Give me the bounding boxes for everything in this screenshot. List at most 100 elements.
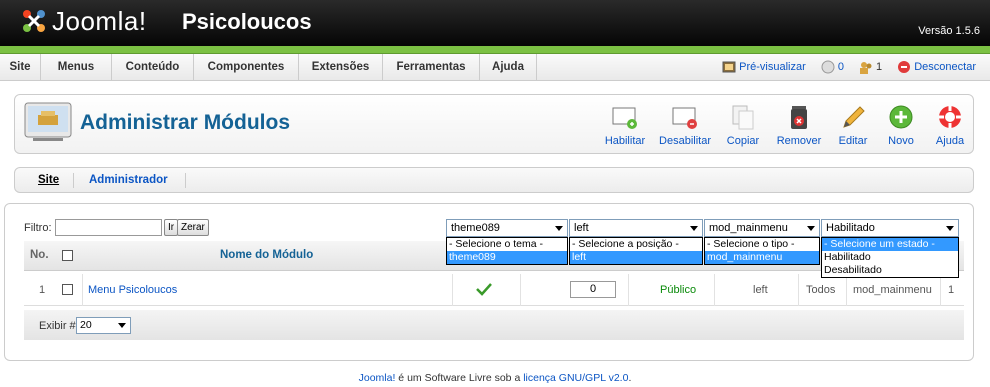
state-option[interactable]: Desabilitado: [822, 264, 958, 277]
state-option-selected[interactable]: - Selecione um estado -: [822, 238, 958, 251]
add-icon: [889, 105, 913, 129]
chevron-down-icon: [555, 226, 563, 231]
row-divider: [846, 274, 847, 306]
row-divider: [940, 274, 941, 306]
messages-indicator[interactable]: 0: [821, 54, 844, 81]
access-level[interactable]: Público: [660, 284, 696, 296]
site-name: Psicoloucos: [182, 9, 312, 34]
submenu-divider: [185, 173, 186, 188]
toolbar-panel: Administrar Módulos Habilitar Desabilita…: [14, 94, 974, 154]
type-select-value: mod_mainmenu: [709, 222, 788, 234]
row-divider: [628, 274, 629, 306]
display-limit-select[interactable]: 20: [76, 317, 131, 334]
copy-button[interactable]: Copiar: [713, 103, 773, 149]
preview-label[interactable]: Pré-visualizar: [739, 61, 806, 73]
filter-input[interactable]: [55, 219, 162, 236]
state-select-value: Habilitado: [826, 222, 875, 234]
menu-item-help[interactable]: Ajuda: [480, 54, 537, 81]
column-number: No.: [30, 249, 49, 261]
disable-button[interactable]: Desabilitar: [655, 103, 715, 149]
license-link[interactable]: licença GNU/GPL v2.0: [523, 372, 628, 384]
row-divider: [520, 274, 521, 306]
template-option[interactable]: - Selecione o tema -: [447, 238, 567, 251]
filter-label: Filtro:: [24, 222, 52, 234]
mail-icon: [821, 60, 835, 74]
version-label: Versão 1.5.6: [918, 25, 980, 37]
header: Joomla! Psicoloucos Versão 1.5.6: [0, 0, 990, 46]
page-title: Administrar Módulos: [80, 111, 291, 134]
users-count: 1: [876, 61, 883, 73]
order-input[interactable]: 0: [570, 281, 616, 298]
remove-label: Remover: [776, 135, 822, 147]
joomla-link[interactable]: Joomla!: [359, 372, 396, 384]
template-select-value: theme089: [451, 222, 500, 234]
menu-item-content[interactable]: Conteúdo: [112, 54, 194, 81]
submenu-divider: [73, 173, 74, 188]
type-option[interactable]: - Selecione o tipo -: [705, 238, 819, 251]
trash-icon: [791, 106, 807, 129]
table-footer: Exibir # 20: [24, 310, 964, 340]
select-all-checkbox[interactable]: [62, 250, 73, 261]
template-option-selected[interactable]: theme089: [447, 251, 567, 264]
state-select[interactable]: Habilitado: [821, 219, 959, 237]
module-name-link[interactable]: Menu Psicoloucos: [88, 284, 177, 296]
template-select[interactable]: theme089: [446, 219, 568, 237]
row-divider: [82, 274, 83, 306]
position-option-selected[interactable]: left: [570, 251, 702, 264]
table-row: 1 Menu Psicoloucos 0 Público left Todos …: [24, 274, 964, 306]
disable-icon: [672, 107, 697, 129]
module-type: mod_mainmenu: [853, 284, 932, 296]
module-id: 1: [948, 284, 955, 296]
main-menu-bar: Site Menus Conteúdo Componentes Extensõe…: [0, 54, 990, 81]
position-option[interactable]: - Selecione a posição -: [570, 238, 702, 251]
row-divider: [798, 274, 799, 306]
module-position: left: [753, 284, 768, 296]
messages-count[interactable]: 0: [838, 61, 844, 73]
module-manager-icon: [24, 102, 72, 141]
help-button[interactable]: Ajuda: [920, 103, 980, 149]
submenu: Site Administrador: [14, 167, 974, 193]
logout-link[interactable]: Desconectar: [897, 54, 976, 81]
submenu-administrator[interactable]: Administrador: [89, 174, 168, 186]
menu-item-menus[interactable]: Menus: [41, 54, 112, 81]
chevron-down-icon: [690, 226, 698, 231]
type-select[interactable]: mod_mainmenu: [704, 219, 820, 237]
row-divider: [714, 274, 715, 306]
enable-button[interactable]: Habilitar: [595, 103, 655, 149]
row-checkbox[interactable]: [62, 284, 73, 295]
help-label: Ajuda: [935, 135, 965, 147]
logout-label[interactable]: Desconectar: [914, 61, 976, 73]
enable-label: Habilitar: [604, 135, 646, 147]
display-limit-value: 20: [80, 319, 92, 331]
chevron-down-icon: [807, 226, 815, 231]
published-check-icon[interactable]: [476, 282, 492, 296]
column-module-name[interactable]: Nome do Módulo: [220, 249, 313, 261]
module-pages: Todos: [806, 284, 836, 296]
disable-label: Desabilitar: [659, 135, 711, 147]
go-button[interactable]: Ir: [164, 219, 179, 236]
menu-item-extensions[interactable]: Extensões: [299, 54, 383, 81]
menu-item-components[interactable]: Componentes: [194, 54, 299, 81]
template-options-list: - Selecione o tema - theme089: [446, 237, 568, 265]
type-options-list: - Selecione o tipo - mod_mainmenu: [704, 237, 820, 265]
position-select[interactable]: left: [569, 219, 703, 237]
position-options-list: - Selecione a posição - left: [569, 237, 703, 265]
chevron-down-icon: [946, 226, 954, 231]
state-options-list: - Selecione um estado - Habilitado Desab…: [821, 237, 959, 278]
menu-item-site[interactable]: Site: [0, 54, 41, 81]
preview-link[interactable]: Pré-visualizar: [722, 54, 806, 81]
lifebuoy-icon: [939, 106, 961, 128]
pencil-icon: [843, 106, 865, 128]
copy-label: Copiar: [726, 135, 760, 147]
state-option[interactable]: Habilitado: [822, 251, 958, 264]
display-limit-label: Exibir #: [39, 320, 76, 332]
copy-icon: [732, 105, 754, 130]
menu-item-tools[interactable]: Ferramentas: [383, 54, 480, 81]
page-footer: Joomla! é um Software Livre sob a licenç…: [0, 372, 990, 384]
type-option-selected[interactable]: mod_mainmenu: [705, 251, 819, 264]
submenu-site[interactable]: Site: [38, 174, 59, 186]
reset-button[interactable]: Zerar: [177, 219, 209, 236]
footer-end: .: [628, 372, 632, 384]
remove-button[interactable]: Remover: [769, 103, 829, 149]
users-icon: [860, 61, 872, 74]
